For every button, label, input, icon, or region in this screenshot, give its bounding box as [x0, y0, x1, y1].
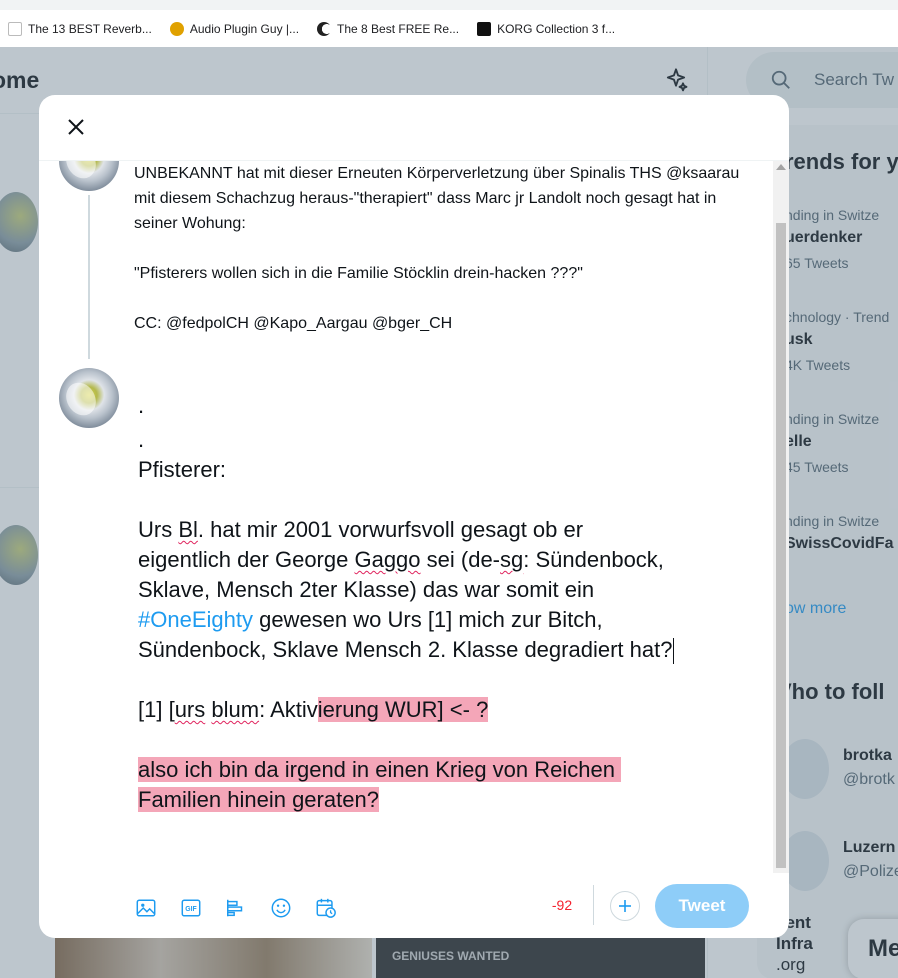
plus-icon: [619, 900, 631, 912]
scroll-up-arrow[interactable]: [776, 164, 786, 170]
korg-icon: [477, 21, 492, 36]
moon-icon: [317, 21, 332, 36]
media-button[interactable]: [129, 891, 163, 925]
bookmarks-bar: The 13 BEST Reverb... Audio Plugin Guy |…: [0, 10, 898, 47]
modal-header: [39, 95, 789, 161]
toolbar-divider: [593, 885, 594, 925]
gif-icon: GIF: [181, 899, 201, 917]
overflow-highlight: ierung WUR] <- ?: [317, 697, 489, 722]
close-button[interactable]: [58, 109, 94, 145]
poll-icon: [227, 899, 243, 917]
compose-scroll-area[interactable]: UNBEKANNT hat mit dieser Erneuten Körper…: [39, 161, 789, 873]
hashtag-link[interactable]: #OneEighty: [138, 607, 253, 632]
composer-line: also ich bin da irgend in einen Krieg vo…: [138, 755, 758, 785]
avatar: [59, 161, 119, 191]
svg-text:GIF: GIF: [185, 906, 196, 913]
page-icon: [8, 21, 22, 36]
emoji-button[interactable]: [264, 891, 298, 925]
composer-line: Sklave, Mensch 2ter Klasse) das war somi…: [138, 577, 595, 602]
bookmark-1[interactable]: The 13 BEST Reverb...: [8, 21, 152, 36]
scrollbar-thumb[interactable]: [776, 223, 786, 868]
text-caret: [673, 638, 675, 665]
misspelled-word: urs: [174, 697, 206, 722]
poll-button[interactable]: [219, 891, 253, 925]
schedule-button[interactable]: [309, 891, 343, 925]
misspelled-word: sg: [500, 547, 524, 572]
schedule-icon: [316, 898, 336, 918]
overflow-highlight: also ich bin da irgend in einen Krieg vo…: [138, 757, 622, 782]
tweet-button[interactable]: Tweet: [655, 884, 749, 928]
audio-plugin-guy-icon: [169, 21, 184, 36]
misspelled-word: Gaggo: [354, 547, 421, 572]
bookmark-4[interactable]: KORG Collection 3 f...: [477, 21, 615, 36]
composer-line: Sündenbock, Sklave Mensch 2. Klasse degr…: [138, 635, 758, 665]
composer-line: [1] [urs blum: Aktivierung WUR] <- ?: [138, 697, 489, 722]
overflow-highlight: Familien hinein geraten?: [138, 787, 379, 812]
composer-line: Urs Bl. hat mir 2001 vorwurfsvoll gesagt…: [138, 517, 584, 542]
misspelled-word: Bl: [178, 517, 198, 542]
composer-line: #OneEighty gewesen wo Urs [1] mich zur B…: [138, 607, 603, 632]
add-tweet-button[interactable]: [610, 891, 640, 921]
character-counter: -92: [551, 897, 573, 913]
thread-line: [88, 195, 90, 359]
emoji-icon: [271, 898, 291, 918]
scrollbar[interactable]: [773, 161, 789, 873]
gif-button[interactable]: GIF: [174, 891, 208, 925]
avatar: [59, 368, 119, 428]
bookmark-3[interactable]: The 8 Best FREE Re...: [317, 21, 459, 36]
previous-tweet-text: UNBEKANNT hat mit dieser Erneuten Körper…: [134, 165, 740, 332]
compose-modal: UNBEKANNT hat mit dieser Erneuten Körper…: [39, 95, 789, 938]
composer-line: eigentlich der George Gaggo sei (de-sg: …: [138, 547, 664, 572]
close-icon: [68, 119, 84, 135]
misspelled-word: blum: [211, 697, 260, 722]
tweet-composer[interactable]: . . Pfisterer: Urs Bl. hat mir 2001 vorw…: [138, 391, 758, 815]
compose-toolbar: GIF -92 Tweet: [39, 873, 789, 938]
composer-line: Familien hinein geraten?: [138, 785, 758, 815]
image-icon: [136, 899, 156, 917]
bookmark-2[interactable]: Audio Plugin Guy |...: [169, 21, 299, 36]
browser-tab-strip: [0, 0, 898, 10]
